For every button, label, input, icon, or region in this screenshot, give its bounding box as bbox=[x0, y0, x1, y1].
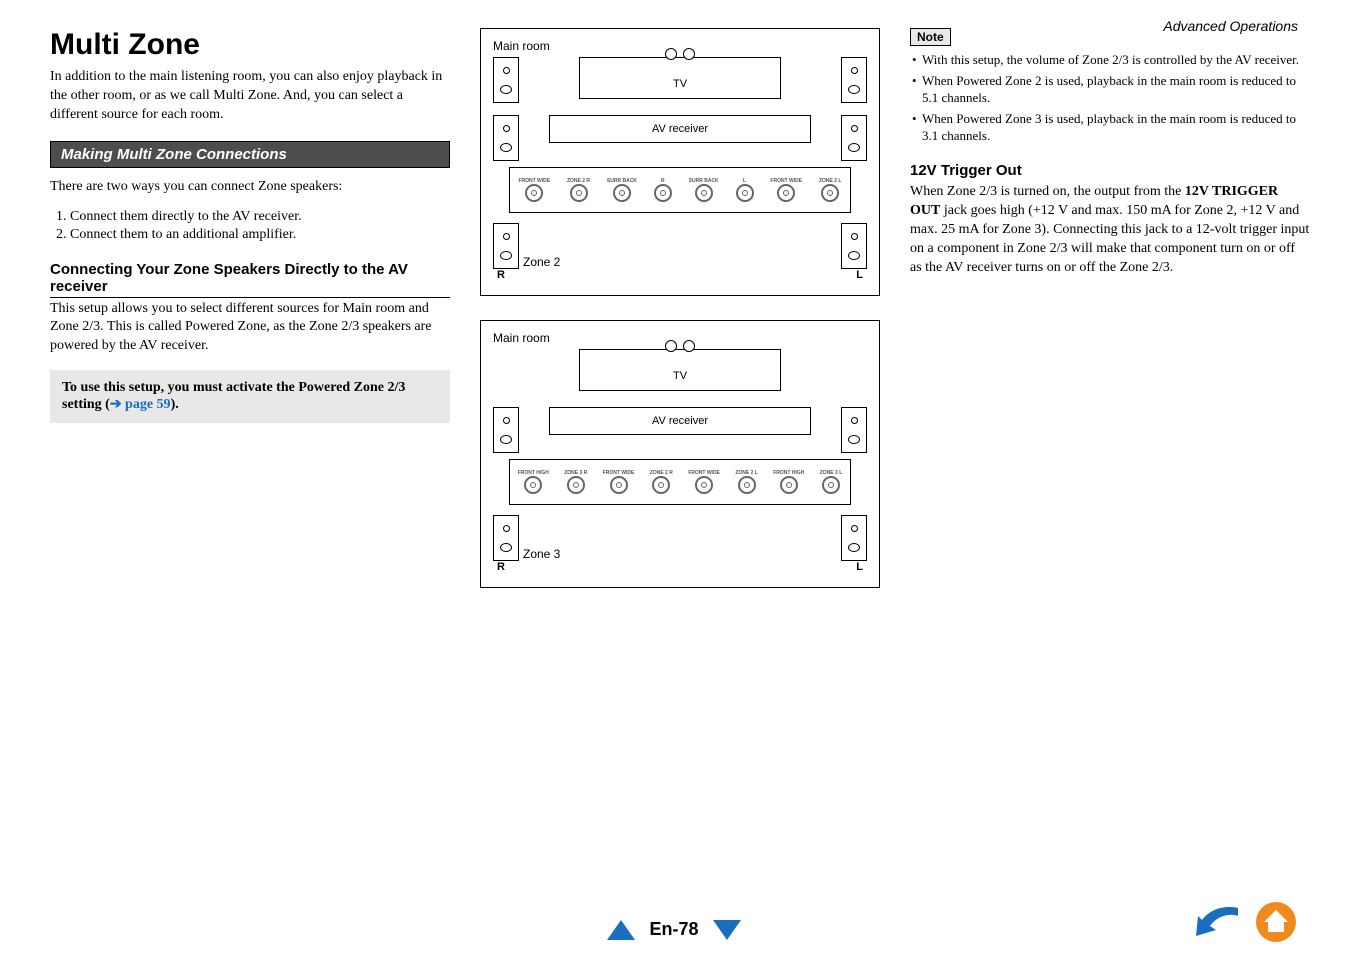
page-title: Multi Zone bbox=[50, 28, 450, 62]
speaker-icon bbox=[493, 407, 519, 453]
tv-box: TV bbox=[579, 349, 781, 391]
setup-note-box: To use this setup, you must activate the… bbox=[50, 370, 450, 423]
terminal-strip: FRONT HIGH ZONE 3 R FRONT WIDE ZONE 2 R … bbox=[509, 459, 851, 505]
av-receiver-box: AV receiver bbox=[549, 407, 811, 435]
diagram-column: Main room TV AV receiver bbox=[480, 28, 880, 612]
intro-text: In addition to the main listening room, … bbox=[50, 68, 450, 125]
trigger-heading: 12V Trigger Out bbox=[910, 162, 1310, 181]
r-label: R bbox=[497, 561, 505, 573]
tv-label: TV bbox=[673, 78, 687, 90]
zone2-label: Zone 2 bbox=[523, 255, 560, 269]
speaker-icon bbox=[493, 223, 519, 269]
speaker-icon bbox=[841, 407, 867, 453]
note-item: When Powered Zone 3 is used, playback in… bbox=[912, 111, 1310, 145]
subheading: Connecting Your Zone Speakers Directly t… bbox=[50, 261, 450, 298]
r-label: R bbox=[497, 269, 505, 281]
av-receiver-box: AV receiver bbox=[549, 115, 811, 143]
speaker-icon bbox=[841, 223, 867, 269]
speaker-icon bbox=[841, 115, 867, 161]
home-icon[interactable] bbox=[1254, 900, 1298, 944]
speaker-icon bbox=[841, 57, 867, 103]
note-list: With this setup, the volume of Zone 2/3 … bbox=[912, 52, 1310, 144]
section-bar: Making Multi Zone Connections bbox=[50, 141, 450, 168]
page-number: En-78 bbox=[649, 919, 698, 940]
way-item-2: Connect them to an additional amplifier. bbox=[70, 227, 450, 243]
two-ways-text: There are two ways you can connect Zone … bbox=[50, 178, 450, 197]
ways-list: Connect them directly to the AV receiver… bbox=[70, 209, 450, 243]
tv-label: TV bbox=[673, 370, 687, 382]
diagram-zone3: Main room TV AV receiver bbox=[480, 320, 880, 588]
setup-note-b: ). bbox=[171, 397, 179, 412]
speaker-icon bbox=[841, 515, 867, 561]
zone3-label: Zone 3 bbox=[523, 547, 560, 561]
way-item-1: Connect them directly to the AV receiver… bbox=[70, 209, 450, 225]
l-label: L bbox=[856, 269, 863, 281]
note-label: Note bbox=[910, 28, 951, 46]
terminal-strip: FRONT WIDE ZONE 2 R SURR BACK R SURR BAC… bbox=[509, 167, 851, 213]
back-icon[interactable] bbox=[1194, 902, 1242, 942]
speaker-icon bbox=[493, 115, 519, 161]
diagram-zone2: Main room TV AV receiver bbox=[480, 28, 880, 296]
left-column: Multi Zone In addition to the main liste… bbox=[50, 28, 450, 423]
next-page-icon[interactable] bbox=[713, 920, 741, 940]
subdesc: This setup allows you to select differen… bbox=[50, 300, 450, 357]
note-item: With this setup, the volume of Zone 2/3 … bbox=[912, 52, 1310, 69]
prev-page-icon[interactable] bbox=[607, 920, 635, 940]
speaker-icon bbox=[493, 57, 519, 103]
tv-box: TV bbox=[579, 57, 781, 99]
page-link[interactable]: ➔ page 59 bbox=[110, 397, 171, 412]
trigger-text: When Zone 2/3 is turned on, the output f… bbox=[910, 183, 1310, 277]
page-footer: En-78 bbox=[0, 919, 1348, 940]
section-header: Advanced Operations bbox=[1163, 18, 1298, 34]
speaker-icon bbox=[493, 515, 519, 561]
note-item: When Powered Zone 2 is used, playback in… bbox=[912, 73, 1310, 107]
l-label: L bbox=[856, 561, 863, 573]
right-column: Note With this setup, the volume of Zone… bbox=[910, 28, 1310, 290]
